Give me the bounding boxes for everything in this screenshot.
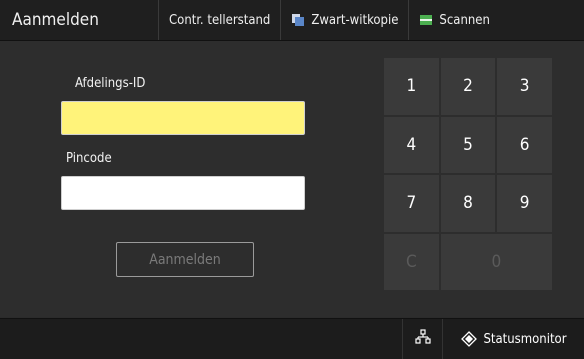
key-4[interactable]: 4	[384, 116, 439, 173]
numeric-keypad: 1 2 3 4 5 6 7 8 9 C 0	[384, 58, 552, 290]
key-9[interactable]: 9	[497, 175, 552, 232]
status-monitor-icon	[461, 331, 478, 347]
dept-id-field[interactable]	[61, 101, 305, 135]
pin-label: Pincode	[66, 151, 112, 166]
status-monitor-button[interactable]: Statusmonitor	[442, 319, 584, 359]
tab-scan[interactable]: Scannen	[409, 0, 499, 40]
key-1[interactable]: 1	[384, 58, 439, 115]
tab-counter-check-label: Contr. tellerstand	[169, 12, 271, 28]
key-7[interactable]: 7	[384, 175, 439, 232]
screen-title-text: Aanmelden	[12, 10, 99, 30]
network-icon	[415, 329, 431, 349]
screen-title: Aanmelden	[0, 0, 159, 40]
key-2[interactable]: 2	[440, 58, 496, 115]
tab-counter-check[interactable]: Contr. tellerstand	[159, 0, 282, 40]
key-3[interactable]: 3	[497, 58, 552, 115]
network-button[interactable]	[402, 319, 443, 359]
scan-icon	[419, 13, 433, 27]
status-monitor-label: Statusmonitor	[483, 331, 567, 347]
login-button[interactable]: Aanmelden	[116, 242, 254, 277]
tab-scan-label: Scannen	[439, 12, 490, 28]
pin-field[interactable]	[61, 176, 305, 210]
key-clear[interactable]: C	[384, 233, 439, 290]
dept-id-label: Afdelings-ID	[75, 76, 146, 91]
top-bar: Aanmelden Contr. tellerstand Zwart-witko…	[0, 0, 584, 41]
copy-icon	[291, 13, 305, 27]
tab-bw-copy-label: Zwart-witkopie	[311, 12, 399, 28]
key-8[interactable]: 8	[440, 175, 496, 232]
key-0[interactable]: 0	[440, 233, 552, 290]
key-5[interactable]: 5	[440, 116, 496, 173]
bottom-bar: Statusmonitor	[0, 318, 584, 359]
tab-bw-copy[interactable]: Zwart-witkopie	[281, 0, 410, 40]
key-6[interactable]: 6	[497, 116, 552, 173]
